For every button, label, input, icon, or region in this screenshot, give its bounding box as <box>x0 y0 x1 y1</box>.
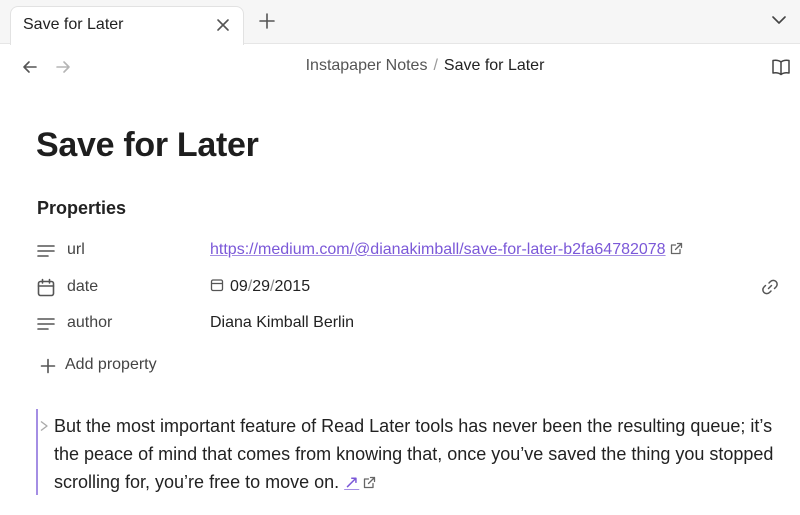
calendar-small-icon <box>210 279 224 292</box>
nav-bar: Instapaper Notes / Save for Later <box>0 45 800 89</box>
breadcrumb-parent[interactable]: Instapaper Notes <box>306 57 428 74</box>
quote-source-link[interactable]: ↗ <box>344 472 359 492</box>
new-tab-icon[interactable] <box>258 12 276 30</box>
close-icon[interactable] <box>215 17 231 33</box>
external-link-icon[interactable] <box>670 242 683 255</box>
date-month: 09 <box>230 278 248 295</box>
property-value-url: https://medium.com/@dianakimball/save-fo… <box>210 241 683 259</box>
book-open-icon[interactable] <box>771 58 791 76</box>
date-day: 29 <box>252 278 271 295</box>
date-input[interactable]: 09/29/2015 <box>210 278 310 296</box>
url-link[interactable]: https://medium.com/@dianakimball/save-fo… <box>210 241 666 258</box>
properties-heading[interactable]: Properties <box>37 198 126 219</box>
date-year: 2015 <box>274 278 311 295</box>
add-property-label: Add property <box>65 356 157 373</box>
collapse-caret-icon[interactable] <box>39 420 49 432</box>
calendar-icon <box>37 278 55 297</box>
text-lines-icon <box>37 318 55 330</box>
tab-save-for-later[interactable]: Save for Later <box>10 6 244 45</box>
plus-icon <box>40 358 56 374</box>
property-name-url[interactable]: url <box>67 241 85 259</box>
property-row-author[interactable]: author Diana Kimball Berlin <box>36 309 786 339</box>
external-link-icon[interactable] <box>363 476 376 489</box>
property-name-date[interactable]: date <box>67 278 98 296</box>
quote-text: But the most important feature of Read L… <box>54 412 778 496</box>
breadcrumb: Instapaper Notes / Save for Later <box>0 57 800 75</box>
blockquote[interactable]: But the most important feature of Read L… <box>36 409 776 495</box>
tab-title: Save for Later <box>23 16 124 33</box>
breadcrumb-separator: / <box>433 57 438 74</box>
property-row-date[interactable]: date 09/29/2015 <box>36 273 786 303</box>
tab-bar: Save for Later <box>0 0 800 45</box>
property-row-url[interactable]: url https://medium.com/@dianakimball/sav… <box>36 236 786 266</box>
quote-body: But the most important feature of Read L… <box>54 416 774 492</box>
link-icon[interactable] <box>761 278 779 296</box>
chevron-down-icon[interactable] <box>772 15 786 25</box>
property-name-author[interactable]: author <box>67 314 112 332</box>
breadcrumb-current[interactable]: Save for Later <box>444 57 545 74</box>
text-lines-icon <box>37 245 55 257</box>
page-title[interactable]: Save for Later <box>36 126 259 165</box>
property-value-author[interactable]: Diana Kimball Berlin <box>210 314 354 332</box>
